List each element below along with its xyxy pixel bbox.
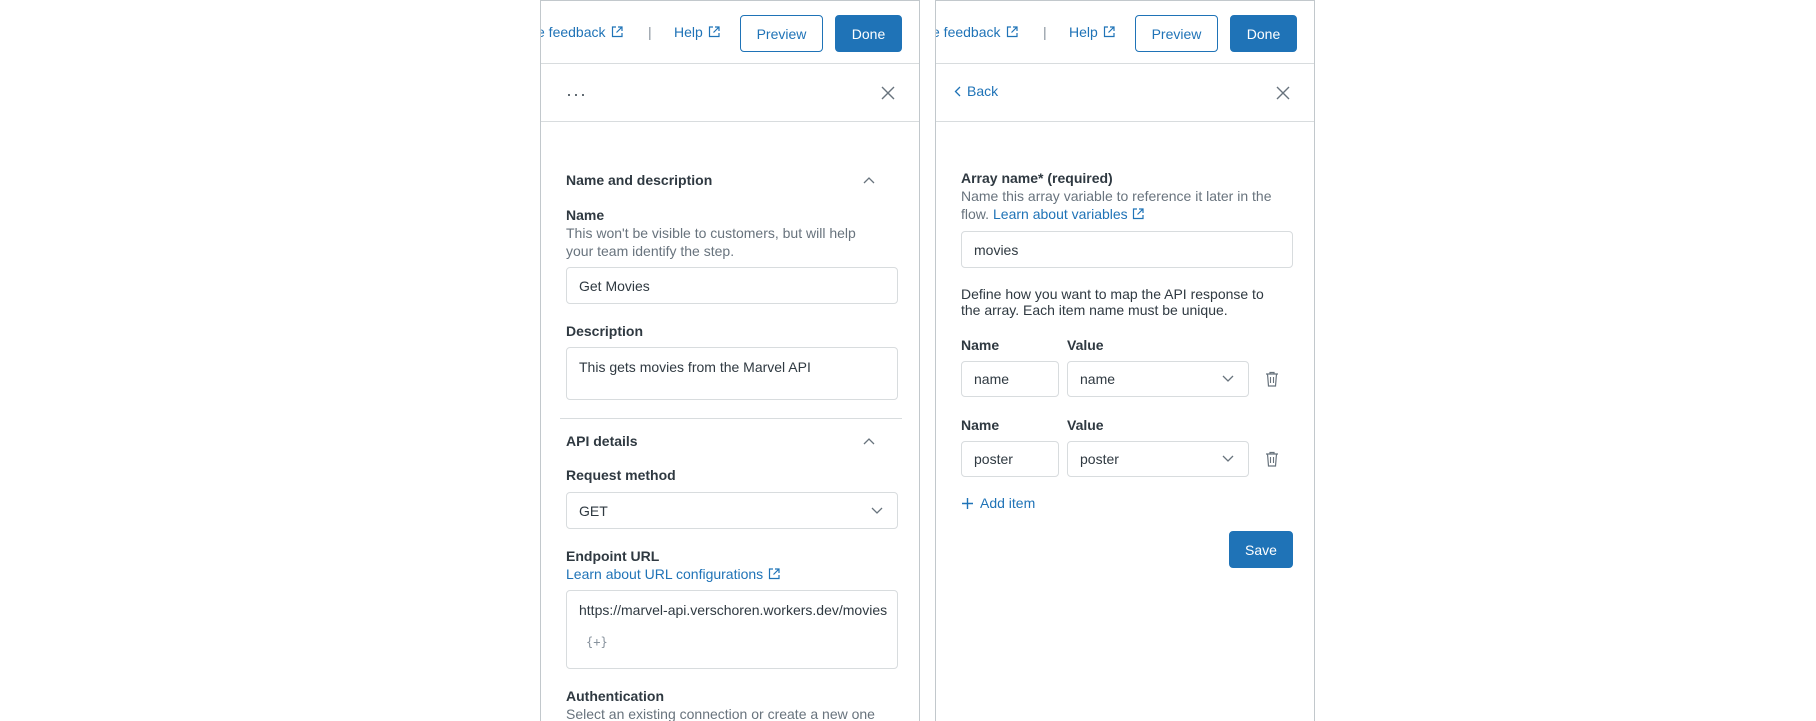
url-configurations-link[interactable]: Learn about URL configurations xyxy=(566,566,780,582)
request-method-label: Request method xyxy=(566,467,676,483)
close-icon[interactable] xyxy=(1276,86,1290,100)
panel-header-toolbar: e feedback | Help Preview Done xyxy=(936,0,1314,64)
name-field-hint: This won't be visible to customers, but … xyxy=(566,225,856,259)
item-value-label: Value xyxy=(1067,337,1104,353)
section-divider xyxy=(560,418,902,419)
back-button[interactable]: Back xyxy=(954,83,998,99)
item-value-select[interactable]: name xyxy=(1067,361,1249,397)
mapping-instructions-line2: the array. Each item name must be unique… xyxy=(961,302,1228,318)
item-value-selected: name xyxy=(1080,371,1116,387)
feedback-link-label: e feedback xyxy=(540,24,606,40)
item-name-label: Name xyxy=(961,417,1000,433)
endpoint-url-input[interactable]: https://marvel-api.verschoren.workers.de… xyxy=(566,590,898,669)
chevron-down-icon xyxy=(1222,375,1234,382)
authentication-hint: Select an existing connection or create … xyxy=(566,706,875,721)
toolbar-separator: | xyxy=(1043,24,1047,40)
array-name-hint-prefix: flow. xyxy=(961,206,990,222)
array-name-label: Array name* (required) xyxy=(961,170,1113,186)
array-name-hint-line2: flow. Learn about variables xyxy=(961,205,1144,223)
trash-icon[interactable] xyxy=(1265,451,1279,467)
external-link-icon xyxy=(769,568,780,580)
add-item-label: Add item xyxy=(980,495,1036,511)
request-method-value: GET xyxy=(579,502,608,519)
step-config-panel: e feedback | Help Preview Done ··· Name … xyxy=(540,0,920,721)
item-value-label: Value xyxy=(1067,417,1104,433)
item-name-label: Name xyxy=(961,337,1000,353)
url-configurations-link-label: Learn about URL configurations xyxy=(566,566,764,582)
insert-variable-icon[interactable]: {+} xyxy=(586,635,608,649)
step-name-input[interactable]: Get Movies xyxy=(566,267,898,304)
api-details-section-title: API details xyxy=(566,433,638,449)
item-name-input[interactable]: poster xyxy=(961,441,1059,477)
external-link-icon xyxy=(708,26,720,38)
feedback-link[interactable]: e feedback xyxy=(540,24,623,40)
panel-header-toolbar: e feedback | Help Preview Done xyxy=(541,0,919,64)
array-name-hint: Name this array variable to reference it… xyxy=(961,188,1272,204)
external-link-icon xyxy=(1132,208,1144,220)
plus-icon xyxy=(962,497,973,509)
endpoint-url-label: Endpoint URL xyxy=(566,548,660,564)
step-description-textarea[interactable]: This gets movies from the Marvel API xyxy=(566,347,898,400)
feedback-link[interactable]: e feedback xyxy=(935,24,1018,40)
panel-subheader: Back xyxy=(936,64,1314,122)
request-method-select[interactable]: GET xyxy=(566,492,898,529)
external-link-icon xyxy=(1103,26,1115,38)
add-item-button[interactable]: Add item xyxy=(961,495,1035,511)
help-link-label: Help xyxy=(1069,24,1098,40)
preview-button[interactable]: Preview xyxy=(740,15,823,52)
array-mapping-panel: e feedback | Help Preview Done Back Arra… xyxy=(935,0,1315,721)
back-button-label: Back xyxy=(967,83,999,99)
trash-icon[interactable] xyxy=(1265,371,1279,387)
toolbar-separator: | xyxy=(648,24,652,40)
item-value-select[interactable]: poster xyxy=(1067,441,1249,477)
external-link-icon xyxy=(611,26,623,38)
chevron-down-icon xyxy=(871,507,883,514)
item-name-input[interactable]: name xyxy=(961,361,1059,397)
array-name-input[interactable]: movies xyxy=(961,231,1293,268)
learn-variables-link[interactable]: Learn about variables xyxy=(993,205,1128,223)
description-field-label: Description xyxy=(566,323,644,339)
help-link[interactable]: Help xyxy=(674,24,720,40)
external-link-icon xyxy=(1006,26,1018,38)
mapping-instructions-line1: Define how you want to map the API respo… xyxy=(961,286,1264,302)
authentication-label: Authentication xyxy=(566,688,664,704)
done-button[interactable]: Done xyxy=(1230,15,1297,52)
name-field-label: Name xyxy=(566,207,605,223)
panel-subheader: ··· xyxy=(541,64,919,122)
item-value-selected: poster xyxy=(1080,451,1119,467)
preview-button[interactable]: Preview xyxy=(1135,15,1218,52)
collapse-chevron-up-icon[interactable] xyxy=(863,176,875,184)
chevron-down-icon xyxy=(1222,455,1234,462)
help-link-label: Help xyxy=(674,24,703,40)
feedback-link-label: e feedback xyxy=(935,24,1001,40)
more-options-icon[interactable]: ··· xyxy=(566,84,587,105)
save-button[interactable]: Save xyxy=(1229,531,1293,568)
close-icon[interactable] xyxy=(881,86,895,100)
help-link[interactable]: Help xyxy=(1069,24,1115,40)
chevron-left-icon xyxy=(954,86,961,96)
collapse-chevron-up-icon[interactable] xyxy=(863,437,875,445)
done-button[interactable]: Done xyxy=(835,15,902,52)
name-description-section-title: Name and description xyxy=(566,172,713,188)
